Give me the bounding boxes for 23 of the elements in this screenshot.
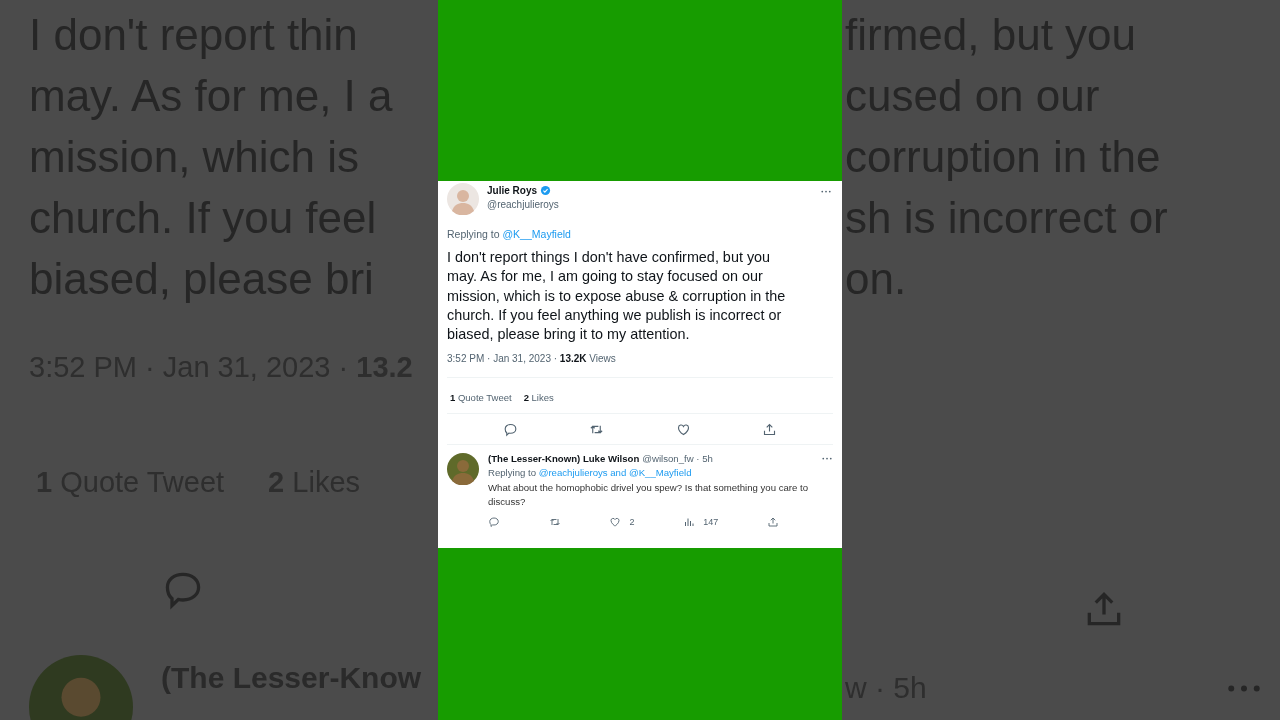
replying-label: Replying to — [447, 228, 500, 240]
tweet-timestamp: 3:52 PM · Jan 31, 2023 · 13.2K Views — [447, 353, 617, 365]
share-icon[interactable] — [762, 422, 778, 438]
comment-icon[interactable] — [502, 422, 518, 438]
like-count: 2 — [629, 517, 635, 528]
heart-icon[interactable] — [675, 422, 691, 438]
more-icon[interactable] — [821, 190, 831, 193]
author-handle: @reachjulieroys — [487, 199, 560, 210]
more-icon[interactable] — [822, 457, 832, 461]
view-count: 147 — [703, 517, 719, 528]
reply-text: What about the homophobic drivel you spew? Is that something you care to discuss? — [488, 481, 809, 510]
tweet-text: I don't report things I don't have confirmed, but you may. As for me, I am going to stay focused on our mission, which is to expose abuse & corruption in the church. If you feel anything we publish is incorrect or biased, please bring it to my attention. — [447, 248, 787, 345]
avatar[interactable] — [447, 453, 479, 486]
share-icon[interactable] — [767, 516, 779, 529]
replying-label: Replying to — [488, 467, 536, 479]
views-icon[interactable] — [683, 516, 696, 529]
author-name: Julie Roys — [487, 185, 538, 196]
reply-author-name: (The Lesser-Known) Luke Wilson — [488, 453, 640, 465]
reply-author-handle: @wilson_fw · 5h — [642, 453, 714, 465]
like-count[interactable]: 2 Likes — [523, 392, 554, 404]
heart-icon[interactable] — [609, 516, 622, 529]
comment-icon[interactable] — [488, 516, 500, 529]
quote-tweet-count[interactable]: 1 Quote Tweet — [450, 392, 512, 404]
